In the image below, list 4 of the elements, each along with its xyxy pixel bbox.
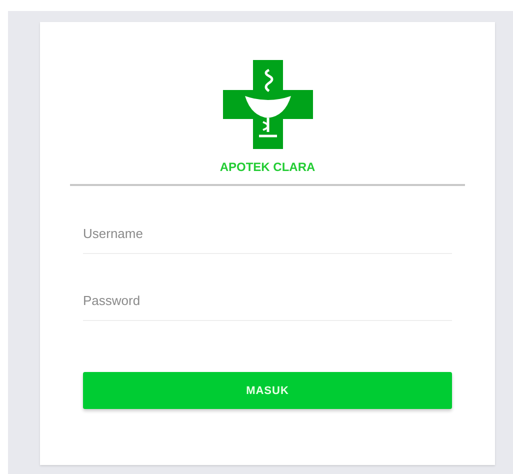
password-field[interactable]: Password — [83, 283, 452, 321]
brand-name: APOTEK CLARA — [220, 160, 316, 174]
login-button[interactable]: MASUK — [83, 372, 452, 409]
username-field[interactable]: Username — [83, 216, 452, 254]
